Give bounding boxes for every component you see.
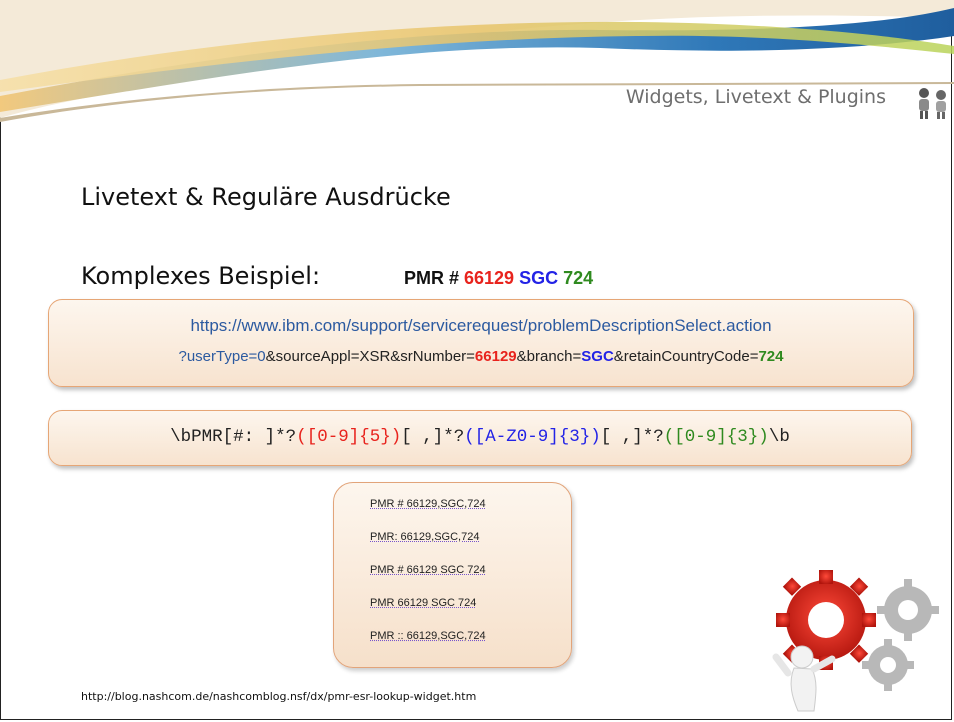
header-swoosh xyxy=(0,0,954,122)
slide-header-title: Widgets, Livetext & Plugins xyxy=(625,86,886,108)
url-query-part: &branch= xyxy=(516,348,582,365)
people-icon xyxy=(919,88,946,119)
url-line-2: ?userType=0&sourceAppl=XSR&srNumber=6612… xyxy=(49,348,913,365)
example-subheading: Komplexes Beispiel: xyxy=(81,262,321,290)
url-query-part: &retainCountryCode= xyxy=(613,348,759,365)
url-branch: SGC xyxy=(581,348,614,365)
pmr-number: 66129 xyxy=(464,268,515,288)
list-item[interactable]: PMR # 66129,SGC,724 xyxy=(370,498,486,510)
pmr-branch: SGC xyxy=(514,268,559,288)
list-item[interactable]: PMR :: 66129,SGC,724 xyxy=(370,630,486,642)
list-item[interactable]: PMR: 66129,SGC,724 xyxy=(370,531,479,543)
url-line-1: https://www.ibm.com/support/servicereque… xyxy=(190,316,772,335)
regex-group-number: ([0-9]{5}) xyxy=(296,427,402,447)
example-list-box: PMR # 66129,SGC,724 PMR: 66129,SGC,724 P… xyxy=(333,482,572,668)
regex-part: \bPMR[#: ]*? xyxy=(170,427,297,447)
regex-part: \b xyxy=(768,427,790,447)
regex-box: \bPMR[#: ]*?([0-9]{5})[ ,]*?([A-Z0-9]{3}… xyxy=(48,410,912,466)
pmr-label: PMR # xyxy=(404,268,465,288)
regex-group-branch: ([A-Z0-9]{3}) xyxy=(464,427,601,447)
list-item[interactable]: PMR # 66129 SGC 724 xyxy=(370,564,486,576)
url-country-code: 724 xyxy=(758,348,784,365)
gears-figure-icon xyxy=(772,570,939,712)
url-query-part: &sourceAppl=XSR&srNumber= xyxy=(265,348,475,365)
source-link[interactable]: http://blog.nashcom.de/nashcomblog.nsf/d… xyxy=(81,690,476,703)
url-query-start: ?userType=0 xyxy=(178,348,266,365)
pmr-country: 724 xyxy=(558,268,594,288)
url-box: https://www.ibm.com/support/servicereque… xyxy=(48,299,914,387)
slide-heading: Livetext & Reguläre Ausdrücke xyxy=(81,183,451,211)
url-sr-number: 66129 xyxy=(474,348,517,365)
regex-part: [ ,]*? xyxy=(401,427,465,447)
regex-part: [ ,]*? xyxy=(600,427,664,447)
pmr-example: PMR # 66129 SGC 724 xyxy=(404,268,593,289)
list-item[interactable]: PMR 66129 SGC 724 xyxy=(370,597,476,609)
regex-group-country: ([0-9]{3}) xyxy=(663,427,769,447)
regex-expression: \bPMR[#: ]*?([0-9]{5})[ ,]*?([A-Z0-9]{3}… xyxy=(49,427,911,447)
